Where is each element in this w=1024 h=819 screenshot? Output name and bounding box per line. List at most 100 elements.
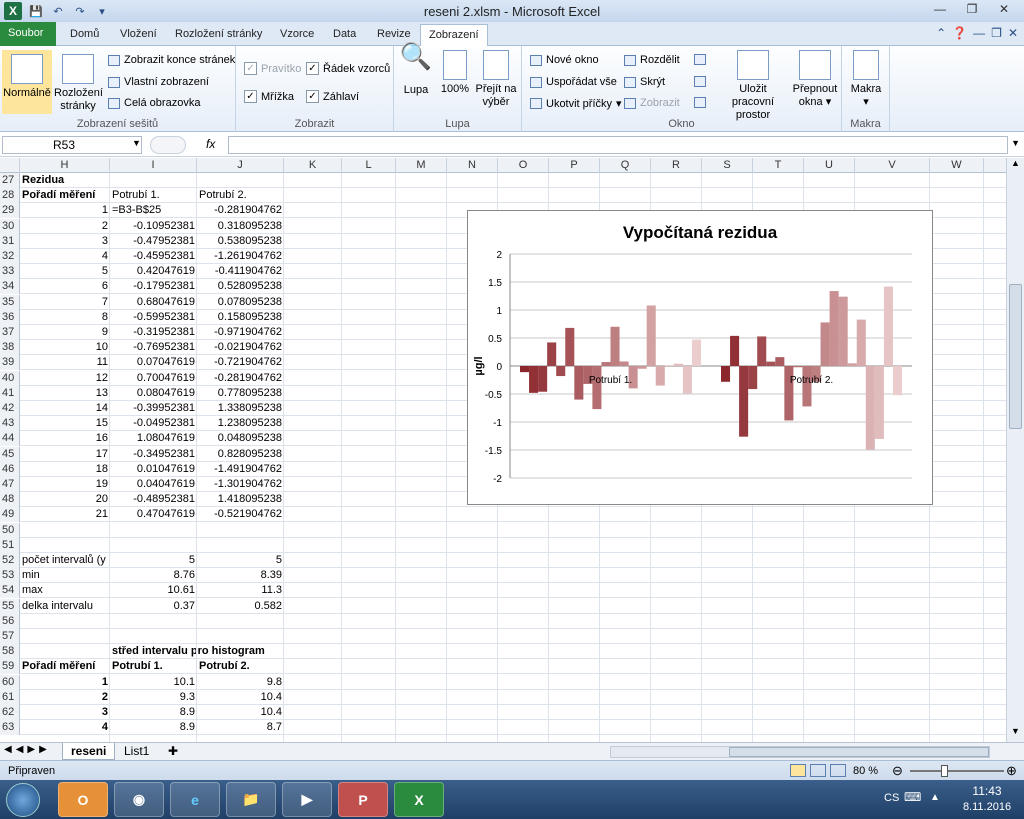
cell-h55[interactable]: delka intervalu	[20, 599, 110, 614]
chart-bar[interactable]	[673, 363, 683, 366]
row-header[interactable]: 61	[0, 689, 20, 705]
tab-formulas[interactable]: Vzorce	[272, 24, 322, 46]
row-header[interactable]: 38	[0, 340, 20, 356]
restore-button[interactable]: ❐	[958, 0, 986, 18]
cell-i61[interactable]: 9.3	[110, 690, 197, 705]
chart-bar[interactable]	[520, 366, 530, 373]
zoom-slider-thumb[interactable]	[941, 765, 948, 777]
residuals-chart[interactable]: Vypočítaná rezidua µg/l 2 1.5 1 0.5 0 -0.5 -1 -…	[467, 210, 933, 505]
column-header-t[interactable]: T	[753, 158, 804, 173]
cell-j28[interactable]: Potrubí 2.	[197, 188, 284, 203]
cell-h53[interactable]: min	[20, 568, 110, 583]
cell-h39[interactable]: 11	[20, 355, 110, 370]
cell-h52[interactable]: počet intervalů (y	[20, 553, 110, 568]
chart-bar[interactable]	[682, 366, 692, 394]
page-layout-status-icon[interactable]	[810, 764, 826, 777]
cell-j43[interactable]: 1.238095238	[197, 416, 284, 431]
cell-j53[interactable]: 8.39	[197, 568, 284, 583]
insert-sheet-icon[interactable]: ✚	[160, 743, 186, 760]
powerpoint-taskbar-icon[interactable]: P	[338, 782, 388, 817]
column-header-h[interactable]: H	[20, 158, 110, 173]
row-header[interactable]: 30	[0, 218, 20, 234]
row-header[interactable]: 47	[0, 477, 20, 492]
cell-j30[interactable]: 0.318095238	[197, 219, 284, 234]
zoom-in-icon[interactable]: ⊕	[1006, 763, 1017, 779]
column-header-l[interactable]: L	[342, 158, 396, 173]
column-header-j[interactable]: J	[197, 158, 284, 173]
cell-j60[interactable]: 9.8	[197, 675, 284, 690]
row-header[interactable]: 50	[0, 522, 20, 538]
cell-j36[interactable]: 0.158095238	[197, 310, 284, 325]
cell-i63[interactable]: 8.9	[110, 720, 197, 735]
cell-j37[interactable]: -0.971904762	[197, 325, 284, 340]
collapse-ribbon-icon[interactable]: ⌃	[936, 26, 946, 40]
cell-h43[interactable]: 15	[20, 416, 110, 431]
column-header-i[interactable]: I	[110, 158, 197, 173]
cell-i54[interactable]: 10.61	[110, 583, 197, 598]
chart-bar[interactable]	[775, 357, 785, 366]
sheet-tab-reseni[interactable]: reseni	[62, 743, 116, 760]
row-header[interactable]: 45	[0, 446, 20, 462]
save-workspace-button[interactable]: Uložit pracovní prostor	[718, 50, 788, 122]
sheet-nav-arrows-icon[interactable]: ◀◀▶▶	[4, 744, 51, 755]
cell-h63[interactable]: 4	[20, 720, 110, 735]
chart-bar[interactable]	[655, 366, 665, 386]
cell-h34[interactable]: 6	[20, 279, 110, 294]
row-header[interactable]: 35	[0, 294, 20, 310]
column-header-s[interactable]: S	[702, 158, 753, 173]
chart-bar[interactable]	[838, 296, 848, 366]
cell-j62[interactable]: 10.4	[197, 705, 284, 720]
cell-h40[interactable]: 12	[20, 371, 110, 386]
row-header[interactable]: 63	[0, 720, 20, 736]
cell-i38[interactable]: -0.76952381	[110, 340, 197, 355]
cell-j31[interactable]: 0.538095238	[197, 234, 284, 249]
column-header-m[interactable]: M	[396, 158, 447, 173]
cell-h44[interactable]: 16	[20, 431, 110, 446]
row-header[interactable]: 60	[0, 674, 20, 690]
cell-h29[interactable]: 1	[20, 203, 110, 218]
zoom-level[interactable]: 80 %	[853, 765, 878, 777]
chart-bar[interactable]	[691, 339, 701, 366]
chart-bar[interactable]	[748, 366, 758, 390]
formula-bar-checkbox[interactable]: ✓ Řádek vzorců	[306, 62, 390, 75]
explorer-taskbar-icon[interactable]: 📁	[226, 782, 276, 817]
language-indicator[interactable]: CS	[884, 792, 899, 804]
chart-bar[interactable]	[529, 366, 539, 393]
cell-i58[interactable]: střed intervalu pro histogram	[110, 644, 310, 659]
cell-i49[interactable]: 0.47047619	[110, 507, 197, 522]
page-break-status-icon[interactable]	[830, 764, 846, 777]
excel-taskbar-icon[interactable]: X	[394, 782, 444, 817]
cell-h32[interactable]: 4	[20, 249, 110, 264]
cell-h47[interactable]: 19	[20, 477, 110, 492]
cell-h46[interactable]: 18	[20, 462, 110, 477]
cell-h45[interactable]: 17	[20, 447, 110, 462]
cell-j35[interactable]: 0.078095238	[197, 295, 284, 310]
scroll-down-icon[interactable]: ▼	[1009, 726, 1022, 740]
row-header[interactable]: 34	[0, 279, 20, 295]
chart-bar[interactable]	[739, 366, 749, 437]
chart-bar[interactable]	[847, 363, 857, 366]
cell-j38[interactable]: -0.021904762	[197, 340, 284, 355]
cell-h36[interactable]: 8	[20, 310, 110, 325]
row-header[interactable]: 44	[0, 431, 20, 447]
row-header[interactable]: 42	[0, 401, 20, 416]
row-header[interactable]: 43	[0, 416, 20, 432]
keyboard-icon[interactable]: ⌨	[904, 790, 921, 804]
chart-bar[interactable]	[664, 365, 674, 366]
vertical-scroll-thumb[interactable]	[1009, 284, 1022, 429]
cell-h31[interactable]: 3	[20, 234, 110, 249]
cell-i39[interactable]: 0.07047619	[110, 355, 197, 370]
chart-bar[interactable]	[601, 362, 611, 366]
chart-bar[interactable]	[757, 336, 767, 366]
chart-bar[interactable]	[820, 322, 830, 366]
cell-i30[interactable]: -0.10952381	[110, 219, 197, 234]
namebox-dropdown-icon[interactable]: ▼	[132, 138, 141, 148]
doc-close-icon[interactable]: ✕	[1008, 26, 1018, 40]
cell-j32[interactable]: -1.261904762	[197, 249, 284, 264]
tab-insert[interactable]: Vložení	[112, 24, 165, 46]
arrange-all-button[interactable]: Uspořádat vše	[530, 76, 617, 88]
cell-i29[interactable]: =B3-B$25	[110, 203, 197, 218]
cell-j42[interactable]: 1.338095238	[197, 401, 284, 416]
row-header[interactable]: 41	[0, 385, 20, 401]
insert-function-icon[interactable]: fx	[206, 137, 215, 151]
